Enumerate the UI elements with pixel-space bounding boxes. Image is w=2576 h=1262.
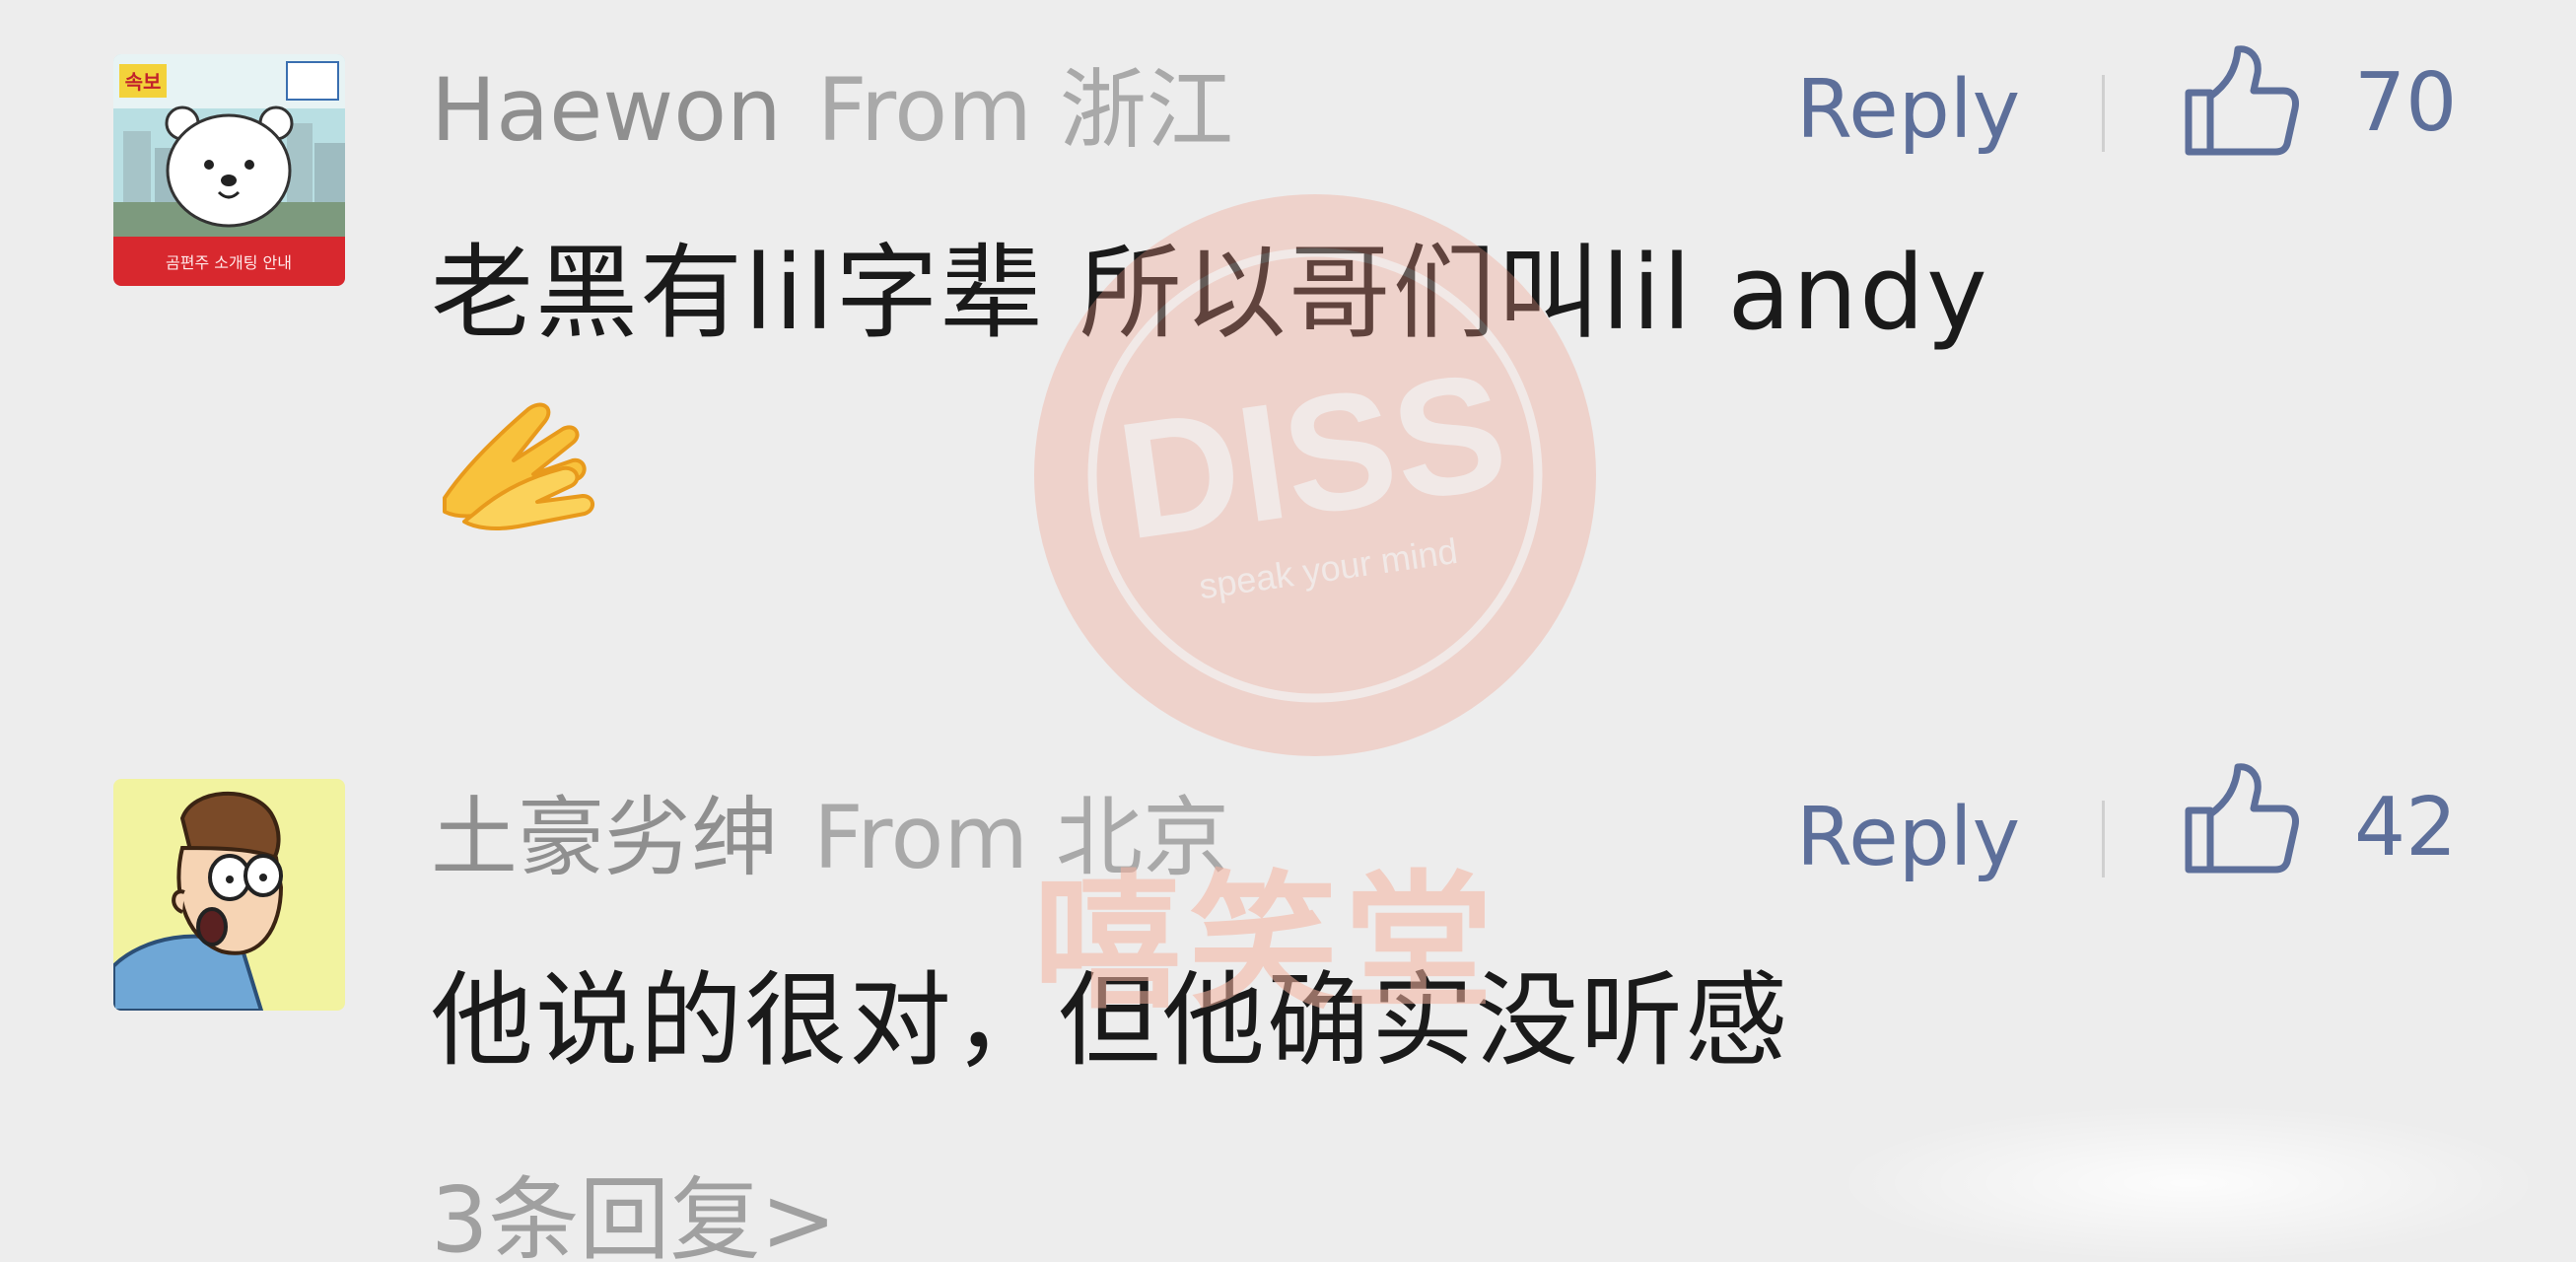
avatar[interactable] <box>113 779 345 1011</box>
comment-feed: 속보 곰편주 소개팅 안내 Haewon From 浙江 Reply 70 老黑… <box>0 0 2576 1262</box>
light-glare <box>1834 1104 2543 1262</box>
like-count: 70 <box>2354 56 2458 150</box>
avatar-badge-text: 속보 <box>125 70 162 94</box>
like-button[interactable] <box>2181 41 2301 162</box>
avatar[interactable]: 속보 곰편주 소개팅 안내 <box>113 54 345 286</box>
like-count: 42 <box>2354 781 2458 875</box>
avatar-banner-text: 곰편주 소개팅 안내 <box>166 253 292 272</box>
thumbs-up-icon <box>2185 763 2299 874</box>
divider <box>2102 801 2105 877</box>
reply-button[interactable]: Reply <box>1796 789 2020 887</box>
comment-header: Haewon From 浙江 <box>431 61 1233 160</box>
username[interactable]: Haewon <box>431 59 782 161</box>
comment-text: 老黑有lil字辈 所以哥们叫lil andy <box>431 233 1989 353</box>
comment-header: 土豪劣绅 From 北京 <box>431 789 1229 887</box>
like-button[interactable] <box>2181 759 2301 879</box>
location-label: From 浙江 <box>816 59 1233 161</box>
watermark-logo-text: DISS <box>1108 337 1516 575</box>
bear-avatar-icon: 속보 곰편주 소개팅 안내 <box>113 54 345 286</box>
username[interactable]: 土豪劣绅 <box>431 787 778 888</box>
watermark-tagline: speak your mind <box>1197 530 1460 606</box>
cartoon-man-avatar-icon <box>113 779 345 1011</box>
thumbs-up-icon <box>2185 45 2299 156</box>
location-label: From 北京 <box>813 787 1230 888</box>
reply-button[interactable]: Reply <box>1796 61 2020 160</box>
comment-text: 他说的很对，但他确实没听感 <box>431 960 1790 1081</box>
divider <box>2102 75 2105 152</box>
clapping-hands-icon <box>435 389 602 537</box>
more-replies-link[interactable]: 3条回复> <box>431 1161 837 1262</box>
